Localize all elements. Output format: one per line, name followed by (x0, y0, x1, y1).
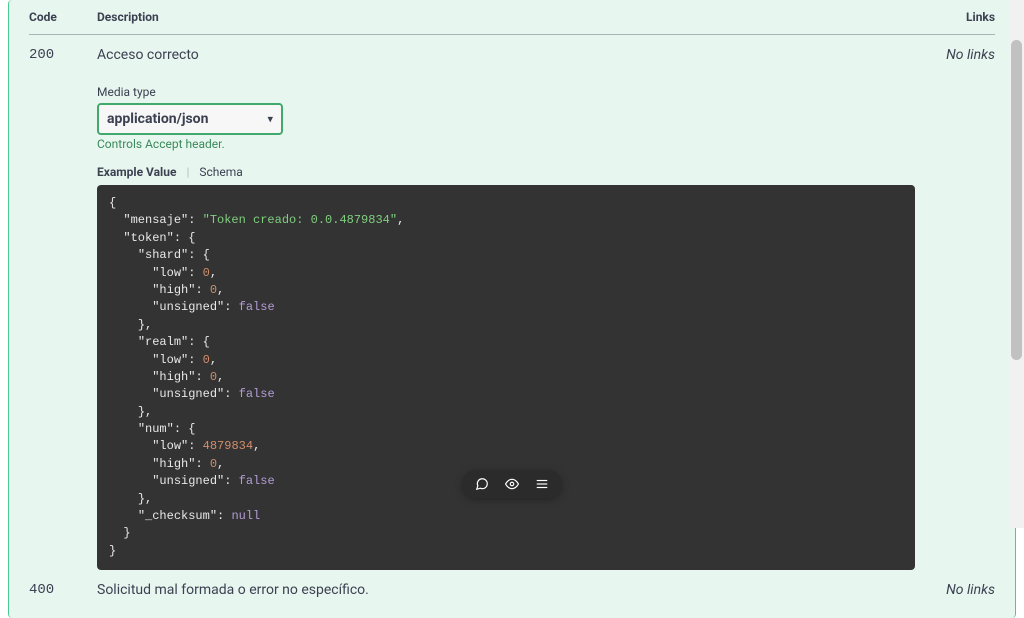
response-links: No links (915, 35, 995, 571)
scrollbar-track[interactable] (1009, 0, 1024, 528)
response-code: 400 (29, 570, 97, 598)
responses-panel: Code Description Links 200 Acceso correc… (8, 0, 1016, 618)
example-code-block[interactable]: { "mensaje": "Token creado: 0.0.4879834"… (97, 185, 915, 570)
response-body-cell: Solicitud mal formada o error no específ… (97, 570, 915, 598)
example-schema-tabs: Example Value | Schema (97, 165, 915, 179)
response-row: 400 Solicitud mal formada o error no esp… (29, 570, 995, 598)
responses-table: Code Description Links 200 Acceso correc… (29, 0, 995, 598)
tab-separator: | (186, 165, 189, 179)
response-description: Acceso correcto (97, 47, 915, 63)
media-type-select-wrap: application/json ▾ (97, 103, 283, 135)
col-header-code: Code (29, 0, 97, 35)
floating-toolbar (462, 470, 562, 498)
tab-schema[interactable]: Schema (199, 165, 242, 179)
col-header-description: Description (97, 0, 915, 35)
accept-hint: Controls Accept header. (97, 137, 915, 151)
menu-icon[interactable] (534, 476, 550, 492)
eye-icon[interactable] (504, 476, 520, 492)
chat-icon[interactable] (474, 476, 490, 492)
media-type-label: Media type (97, 85, 915, 99)
response-code: 200 (29, 35, 97, 571)
response-links: No links (915, 570, 995, 598)
col-header-links: Links (915, 0, 995, 35)
response-description: Solicitud mal formada o error no específ… (97, 582, 915, 598)
tab-example-value[interactable]: Example Value (97, 165, 176, 179)
scrollbar-thumb[interactable] (1011, 40, 1022, 360)
media-type-select[interactable]: application/json (97, 103, 283, 135)
